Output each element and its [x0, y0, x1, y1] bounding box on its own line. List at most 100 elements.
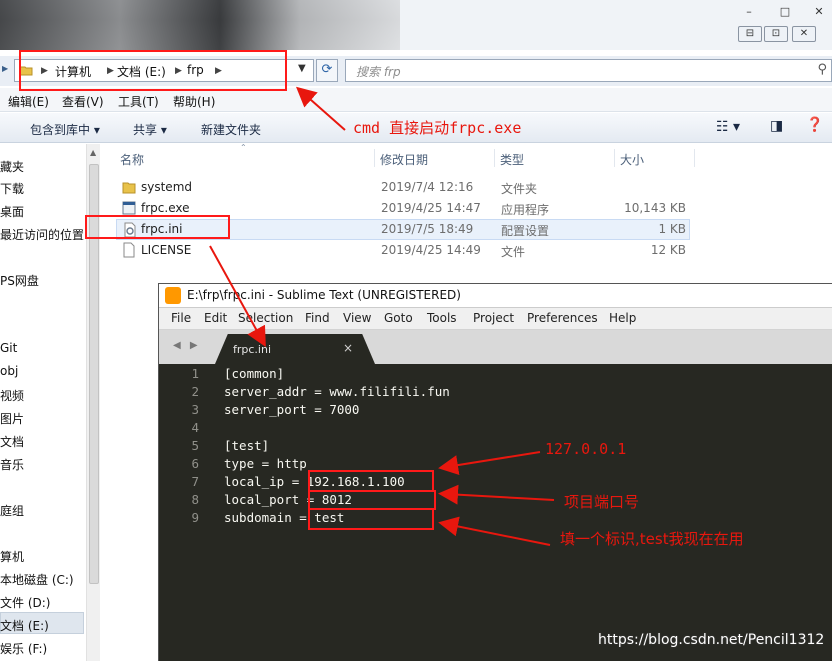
file-size: 10,143 KB: [624, 201, 686, 215]
navigation-pane: 藏夹 下载 桌面 最近访问的位置 PS网盘 Git obj 视频 图片 文档 音…: [0, 144, 86, 661]
nav-pictures[interactable]: 图片: [0, 410, 24, 427]
local-ip-highlight-box: [308, 470, 434, 492]
new-folder-button[interactable]: 新建文件夹: [201, 121, 261, 138]
column-separator[interactable]: [694, 149, 695, 167]
file-row-systemd[interactable]: systemd 2019/7/4 12:16 文件夹: [116, 177, 690, 198]
preview-pane-icon[interactable]: ◨: [770, 118, 783, 134]
line-number: 2: [191, 384, 199, 399]
title-bar-background: [0, 0, 400, 50]
nav-drive-d[interactable]: 文件 (D:): [0, 594, 50, 611]
refresh-button[interactable]: ⟳: [316, 59, 338, 82]
sublime-menu-edit[interactable]: Edit: [204, 311, 227, 325]
tab-frpc-ini[interactable]: frpc.ini ×: [215, 334, 375, 364]
file-name: frpc.exe: [141, 201, 190, 215]
nav-wps-cloud[interactable]: PS网盘: [0, 272, 39, 289]
nav-git[interactable]: Git: [0, 341, 17, 355]
file-type: 应用程序: [501, 203, 550, 217]
sublime-tab-bar: ◀ ▶ frpc.ini ×: [159, 330, 832, 364]
file-modified: 2019/4/25 14:47: [381, 201, 481, 215]
nav-music[interactable]: 音乐: [0, 456, 24, 473]
sublime-menu-file[interactable]: File: [171, 311, 191, 325]
file-type: 文件夹: [501, 182, 538, 196]
file-type: 配置设置: [501, 224, 550, 238]
line-number: 5: [191, 438, 199, 453]
file-modified: 2019/7/5 18:49: [381, 222, 474, 236]
column-size[interactable]: 大小: [620, 151, 644, 168]
file-modified: 2019/7/4 12:16: [381, 180, 474, 194]
share-button[interactable]: 共享 ▾: [133, 121, 167, 138]
minimize-button[interactable]: –: [734, 4, 764, 20]
column-header-row: ⌃ 名称 修改日期 类型 大小: [100, 143, 832, 169]
sublime-menu-help[interactable]: Help: [609, 311, 636, 325]
column-separator[interactable]: [374, 149, 375, 167]
nav-computer[interactable]: 算机: [0, 548, 24, 565]
code-line: type = http: [224, 456, 307, 471]
column-modified[interactable]: 修改日期: [380, 151, 428, 168]
search-icon: ⚲: [817, 62, 827, 77]
file-row-license[interactable]: LICENSE 2019/4/25 14:49 文件 12 KB: [116, 240, 690, 261]
nav-drive-c[interactable]: 本地磁盘 (C:): [0, 571, 74, 588]
view-options-icon[interactable]: ☷ ▾: [716, 119, 740, 135]
nav-homegroup[interactable]: 庭组: [0, 502, 24, 519]
watermark: https://blog.csdn.net/Pencil1312: [598, 632, 825, 648]
address-highlight-box: [19, 50, 287, 91]
code-line: [test]: [224, 438, 270, 453]
file-name: LICENSE: [141, 243, 192, 257]
annotation-local-port: 项目端口号: [564, 493, 640, 511]
annotation-local-ip: 127.0.0.1: [545, 440, 627, 458]
nav-desktop[interactable]: 桌面: [0, 203, 24, 220]
back-arrow-icon[interactable]: ▶: [2, 64, 8, 73]
title-bar-right: [400, 0, 832, 50]
line-number: 4: [191, 420, 199, 435]
menu-edit[interactable]: 编辑(E): [8, 93, 49, 110]
sublime-menu-view[interactable]: View: [343, 311, 371, 325]
menu-help[interactable]: 帮助(H): [173, 93, 215, 110]
help-icon[interactable]: ❓: [806, 117, 823, 133]
nav-downloads[interactable]: 下载: [0, 180, 24, 197]
column-name[interactable]: 名称: [120, 151, 144, 168]
tab-close-icon[interactable]: ×: [343, 341, 353, 355]
sublime-menu-find[interactable]: Find: [305, 311, 330, 325]
nav-documents[interactable]: 文档: [0, 433, 24, 450]
sub-close-button[interactable]: ✕: [792, 26, 816, 42]
code-editor[interactable]: 1 2 3 4 5 6 7 8 9 [common] server_addr =…: [159, 364, 832, 661]
file-highlight-box: [85, 215, 230, 239]
nav-drive-e[interactable]: 文档 (E:): [0, 617, 49, 634]
sublime-menu-goto[interactable]: Goto: [384, 311, 413, 325]
sublime-menu-preferences[interactable]: Preferences: [527, 311, 598, 325]
maximize-button[interactable]: □: [770, 4, 800, 20]
code-line: server_port = 7000: [224, 402, 360, 417]
column-separator[interactable]: [494, 149, 495, 167]
file-size: 12 KB: [650, 243, 686, 257]
line-number: 9: [191, 510, 199, 525]
line-number: 6: [191, 456, 199, 471]
menu-tools[interactable]: 工具(T): [118, 93, 159, 110]
nav-videos[interactable]: 视频: [0, 387, 24, 404]
sub-minimize-button[interactable]: ⊟: [738, 26, 762, 42]
include-in-library-button[interactable]: 包含到库中 ▾: [30, 121, 100, 138]
sublime-title-bar: E:\frp\frpc.ini - Sublime Text (UNREGIST…: [159, 284, 832, 308]
sublime-menu-bar: File Edit Selection Find View Goto Tools…: [159, 308, 832, 330]
local-port-highlight-box: [308, 490, 436, 510]
nav-drive-f[interactable]: 娱乐 (F:): [0, 640, 47, 657]
address-dropdown-icon[interactable]: ▼: [298, 63, 306, 74]
search-input[interactable]: 搜索 frp ⚲: [345, 59, 832, 82]
sublime-menu-tools[interactable]: Tools: [427, 311, 457, 325]
sublime-menu-project[interactable]: Project: [473, 311, 514, 325]
line-number: 3: [191, 402, 199, 417]
close-button[interactable]: ✕: [804, 4, 832, 20]
column-separator[interactable]: [614, 149, 615, 167]
annotation-subdomain: 填一个标识,test我现在在用: [560, 530, 744, 548]
sublime-menu-selection[interactable]: Selection: [238, 311, 293, 325]
sub-restore-button[interactable]: ⊡: [764, 26, 788, 42]
nav-obj[interactable]: obj: [0, 364, 18, 378]
column-type[interactable]: 类型: [500, 151, 524, 168]
file-name: systemd: [141, 180, 192, 194]
line-number: 7: [191, 474, 199, 489]
scroll-up-icon[interactable]: ▲: [90, 148, 96, 157]
folder-icon: [122, 179, 136, 195]
nav-recent-places[interactable]: 最近访问的位置: [0, 226, 84, 243]
menu-view[interactable]: 查看(V): [62, 93, 104, 110]
tab-nav-arrows[interactable]: ◀ ▶: [173, 340, 201, 351]
nav-favorites[interactable]: 藏夹: [0, 158, 24, 175]
